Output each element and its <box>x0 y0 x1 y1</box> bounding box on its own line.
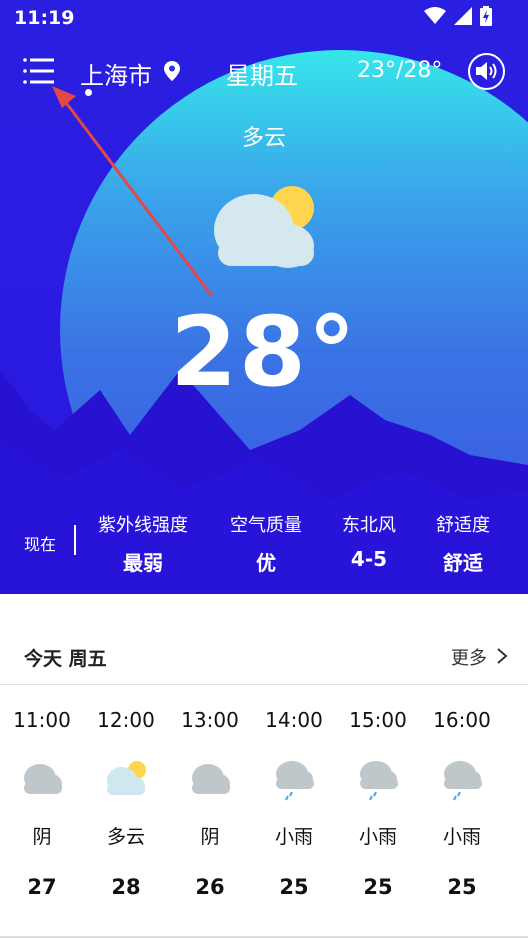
hour-temperature: 25 <box>363 875 393 899</box>
light-rain-icon <box>420 758 504 802</box>
hour-item[interactable]: 14:00 小雨 25 <box>252 708 336 899</box>
menu-button[interactable] <box>22 56 58 88</box>
hour-condition: 多云 <box>106 826 145 848</box>
hour-item[interactable]: 11:00 阴 27 <box>0 708 84 899</box>
chevron-right-icon[interactable] <box>496 647 508 665</box>
hour-condition: 阴 <box>200 826 220 848</box>
status-bar: 11:19 <box>0 0 528 36</box>
city-name[interactable]: 上海市 <box>80 56 152 91</box>
weekday: 星期五 <box>226 62 298 90</box>
overcast-icon <box>0 758 84 802</box>
weather-hero: 11:19 上海市 星期五 23°/28° 多云 28° 现在 紫外线强度 最弱… <box>0 0 528 594</box>
hour-temperature: 25 <box>447 875 477 899</box>
status-time: 11:19 <box>14 7 75 29</box>
location-pin-icon <box>164 61 180 81</box>
hour-item[interactable]: 12:00 多云 28 <box>84 708 168 899</box>
comfort: 舒适度 舒适 <box>403 511 523 576</box>
hour-time: 15:00 <box>349 708 407 732</box>
overcast-icon <box>168 758 252 802</box>
air-quality-value: 优 <box>256 551 276 575</box>
hour-item[interactable]: 16:00 小雨 25 <box>420 708 504 899</box>
divider <box>0 684 528 685</box>
hour-temperature: 27 <box>27 875 57 899</box>
hour-condition: 小雨 <box>442 826 481 848</box>
hour-time: 13:00 <box>181 708 239 732</box>
now-divider <box>74 525 76 555</box>
menu-icon <box>23 58 54 84</box>
hour-temperature: 28 <box>111 875 141 899</box>
partly-cloudy-icon <box>84 758 168 802</box>
signal-icon <box>454 7 472 25</box>
uv-index: 紫外线强度 最弱 <box>83 511 203 576</box>
status-icons <box>424 6 492 26</box>
speaker-icon <box>476 62 497 80</box>
more-link[interactable]: 更多 <box>451 644 487 670</box>
hour-condition: 小雨 <box>274 826 313 848</box>
hour-time: 12:00 <box>97 708 155 732</box>
light-rain-icon <box>336 758 420 802</box>
today-label: 今天 周五 <box>24 648 107 670</box>
comfort-value: 舒适 <box>443 551 483 575</box>
battery-charging-icon <box>480 6 492 26</box>
temp-range: 23°/28° <box>357 58 443 83</box>
current-temperature: 28° <box>170 296 358 408</box>
hour-condition: 小雨 <box>358 826 397 848</box>
air-quality: 空气质量 优 <box>206 511 326 576</box>
current-condition: 多云 <box>241 126 286 151</box>
comfort-title: 舒适度 <box>436 515 490 536</box>
air-quality-title: 空气质量 <box>230 515 302 536</box>
light-rain-icon <box>252 758 336 802</box>
hour-temperature: 25 <box>279 875 309 899</box>
hour-temperature: 26 <box>195 875 225 899</box>
uv-title: 紫外线强度 <box>98 515 188 536</box>
hour-condition: 阴 <box>32 826 52 848</box>
partly-cloudy-icon <box>214 186 314 268</box>
uv-value: 最弱 <box>123 551 163 575</box>
hour-item[interactable]: 13:00 阴 26 <box>168 708 252 899</box>
now-label: 现在 <box>24 535 57 554</box>
hour-time: 14:00 <box>265 708 323 732</box>
hourly-forecast-panel: 今天 周五 更多 11:00 阴 27 12:00 多云 28 13:00 阴 26 14:00 小… <box>0 594 528 939</box>
speaker-button[interactable] <box>468 53 505 90</box>
hour-item[interactable]: 15:00 小雨 25 <box>336 708 420 899</box>
indices-row: 现在 紫外线强度 最弱 空气质量 优 东北风 4-5 舒适度 舒适 <box>0 505 528 585</box>
bottom-divider <box>0 936 528 938</box>
hour-time: 11:00 <box>13 708 71 732</box>
hour-time: 16:00 <box>433 708 491 732</box>
wifi-icon <box>424 7 446 24</box>
